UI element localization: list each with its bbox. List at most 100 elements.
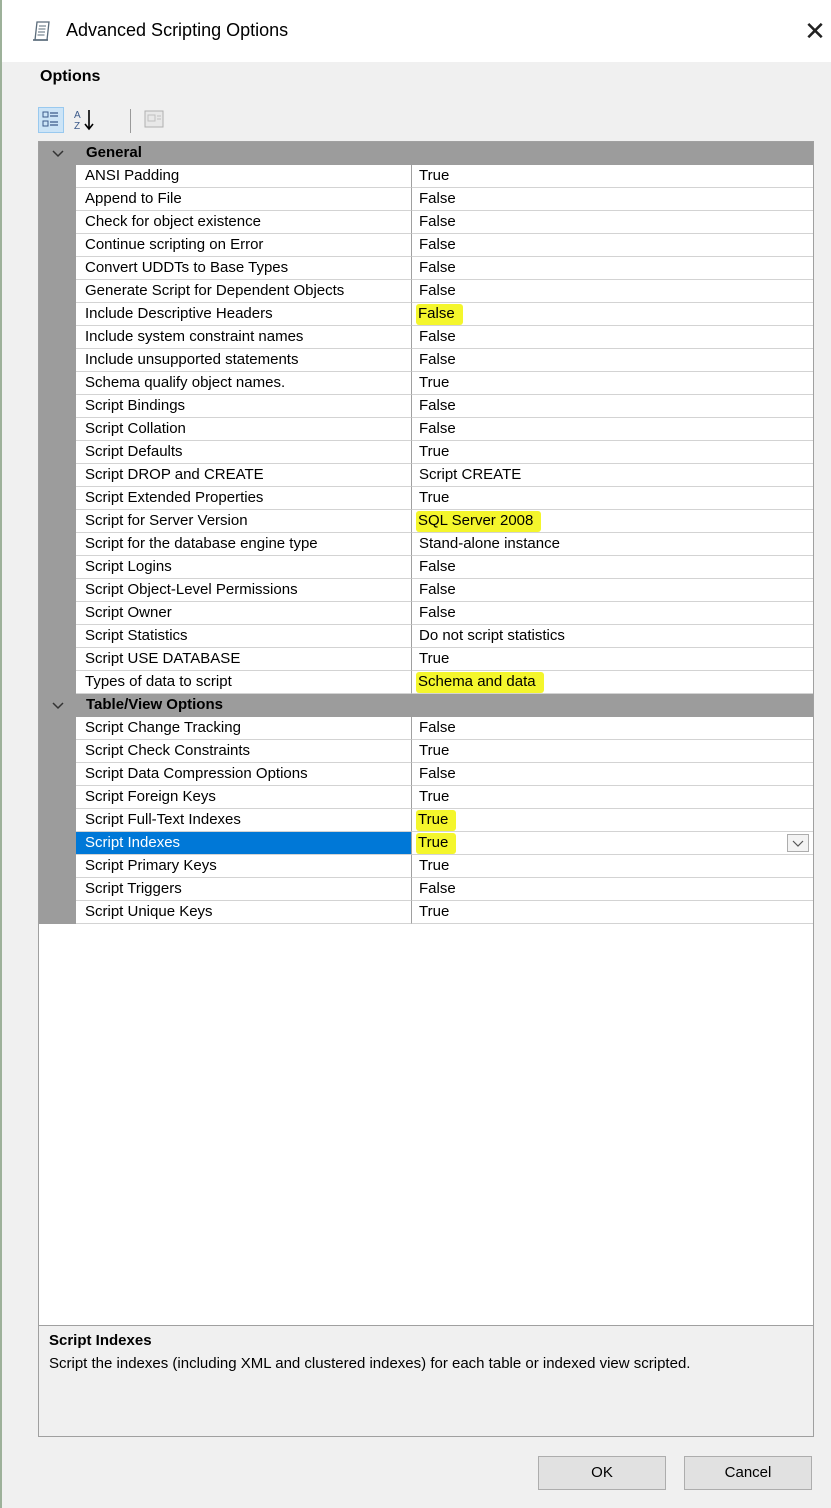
property-grid[interactable]: General ANSI Padding True Append to File Fal…	[38, 141, 814, 1437]
property-name[interactable]: ANSI Padding	[76, 165, 412, 188]
property-name[interactable]: Script Primary Keys	[76, 855, 412, 878]
property-name[interactable]: Script Full-Text Indexes	[76, 809, 412, 832]
property-row[interactable]: Script DROP and CREATE Script CREATE	[39, 464, 813, 487]
property-row[interactable]: Script Collation False	[39, 418, 813, 441]
property-name[interactable]: Script for Server Version	[76, 510, 412, 533]
property-row[interactable]: Script Data Compression Options False	[39, 763, 813, 786]
category-row[interactable]: General	[39, 142, 813, 165]
chevron-down-icon[interactable]	[51, 694, 65, 717]
property-value[interactable]: True	[412, 441, 813, 464]
property-name[interactable]: Types of data to script	[76, 671, 412, 694]
property-row[interactable]: Script Triggers False	[39, 878, 813, 901]
property-name[interactable]: Convert UDDTs to Base Types	[76, 257, 412, 280]
property-value[interactable]: False	[412, 579, 813, 602]
property-name[interactable]: Include unsupported statements	[76, 349, 412, 372]
title-bar[interactable]: Advanced Scripting Options ✕	[2, 0, 831, 62]
property-value[interactable]: False	[412, 349, 813, 372]
property-value[interactable]: False	[412, 234, 813, 257]
property-row[interactable]: Append to File False	[39, 188, 813, 211]
property-row[interactable]: Script Primary Keys True	[39, 855, 813, 878]
property-value[interactable]: False	[412, 303, 813, 326]
property-row[interactable]: Script Object-Level Permissions False	[39, 579, 813, 602]
property-value[interactable]: Script CREATE	[412, 464, 813, 487]
property-name[interactable]: Script Defaults	[76, 441, 412, 464]
property-row[interactable]: Script Owner False	[39, 602, 813, 625]
property-name[interactable]: Script for the database engine type	[76, 533, 412, 556]
property-name[interactable]: Schema qualify object names.	[76, 372, 412, 395]
property-row[interactable]: Script Full-Text Indexes True	[39, 809, 813, 832]
property-value[interactable]: True	[412, 372, 813, 395]
categorized-icon[interactable]	[38, 107, 64, 133]
property-row[interactable]: Script Unique Keys True	[39, 901, 813, 924]
sort-alphabetical-icon[interactable]: A Z	[72, 107, 98, 133]
property-row[interactable]: Script Check Constraints True	[39, 740, 813, 763]
close-button[interactable]: ✕	[798, 14, 831, 48]
property-value[interactable]: True	[412, 901, 813, 924]
property-value[interactable]: True	[412, 832, 813, 855]
property-value[interactable]: True	[412, 487, 813, 510]
property-value[interactable]: False	[412, 395, 813, 418]
property-row[interactable]: Include system constraint names False	[39, 326, 813, 349]
chevron-down-icon[interactable]	[51, 142, 65, 165]
property-value[interactable]: False	[412, 418, 813, 441]
property-row[interactable]: Script Logins False	[39, 556, 813, 579]
property-name[interactable]: Script Collation	[76, 418, 412, 441]
property-value[interactable]: False	[412, 326, 813, 349]
dropdown-button[interactable]	[787, 834, 809, 852]
property-name[interactable]: Script Statistics	[76, 625, 412, 648]
property-name[interactable]: Script Data Compression Options	[76, 763, 412, 786]
property-value[interactable]: Schema and data	[412, 671, 813, 694]
property-value[interactable]: True	[412, 740, 813, 763]
property-value[interactable]: False	[412, 556, 813, 579]
property-row[interactable]: Types of data to script Schema and data	[39, 671, 813, 694]
property-row[interactable]: Script Indexes True	[39, 832, 813, 855]
property-name[interactable]: Script Check Constraints	[76, 740, 412, 763]
property-row[interactable]: Include unsupported statements False	[39, 349, 813, 372]
property-value[interactable]: True	[412, 648, 813, 671]
property-value[interactable]: False	[412, 211, 813, 234]
property-name[interactable]: Check for object existence	[76, 211, 412, 234]
property-value[interactable]: SQL Server 2008	[412, 510, 813, 533]
property-name[interactable]: Script Triggers	[76, 878, 412, 901]
property-value[interactable]: Do not script statistics	[412, 625, 813, 648]
property-name[interactable]: Script Logins	[76, 556, 412, 579]
property-row[interactable]: Convert UDDTs to Base Types False	[39, 257, 813, 280]
property-value[interactable]: False	[412, 280, 813, 303]
property-value[interactable]: False	[412, 602, 813, 625]
property-name[interactable]: Script Change Tracking	[76, 717, 412, 740]
property-row[interactable]: Include Descriptive Headers False	[39, 303, 813, 326]
property-value[interactable]: True	[412, 165, 813, 188]
property-name[interactable]: Script Owner	[76, 602, 412, 625]
cancel-button[interactable]: Cancel	[684, 1456, 812, 1490]
property-row[interactable]: Script Change Tracking False	[39, 717, 813, 740]
property-name[interactable]: Script Indexes	[76, 832, 412, 855]
property-row[interactable]: Script Foreign Keys True	[39, 786, 813, 809]
property-name[interactable]: Continue scripting on Error	[76, 234, 412, 257]
ok-button[interactable]: OK	[538, 1456, 666, 1490]
property-row[interactable]: Script Bindings False	[39, 395, 813, 418]
property-row[interactable]: ANSI Padding True	[39, 165, 813, 188]
property-value[interactable]: False	[412, 763, 813, 786]
property-name[interactable]: Include system constraint names	[76, 326, 412, 349]
property-value[interactable]: True	[412, 809, 813, 832]
property-row[interactable]: Script for Server Version SQL Server 2008	[39, 510, 813, 533]
property-name[interactable]: Generate Script for Dependent Objects	[76, 280, 412, 303]
property-row[interactable]: Check for object existence False	[39, 211, 813, 234]
property-value[interactable]: Stand-alone instance	[412, 533, 813, 556]
property-name[interactable]: Script USE DATABASE	[76, 648, 412, 671]
property-name[interactable]: Include Descriptive Headers	[76, 303, 412, 326]
property-value[interactable]: False	[412, 257, 813, 280]
category-row[interactable]: Table/View Options	[39, 694, 813, 717]
property-row[interactable]: Continue scripting on Error False	[39, 234, 813, 257]
property-value[interactable]: False	[412, 717, 813, 740]
property-name[interactable]: Script Foreign Keys	[76, 786, 412, 809]
property-row[interactable]: Generate Script for Dependent Objects Fal…	[39, 280, 813, 303]
property-row[interactable]: Schema qualify object names. True	[39, 372, 813, 395]
property-pages-icon[interactable]	[142, 107, 168, 133]
property-name[interactable]: Script Extended Properties	[76, 487, 412, 510]
property-row[interactable]: Script Statistics Do not script statistic…	[39, 625, 813, 648]
property-value[interactable]: True	[412, 786, 813, 809]
property-name[interactable]: Append to File	[76, 188, 412, 211]
property-name[interactable]: Script DROP and CREATE	[76, 464, 412, 487]
property-name[interactable]: Script Bindings	[76, 395, 412, 418]
